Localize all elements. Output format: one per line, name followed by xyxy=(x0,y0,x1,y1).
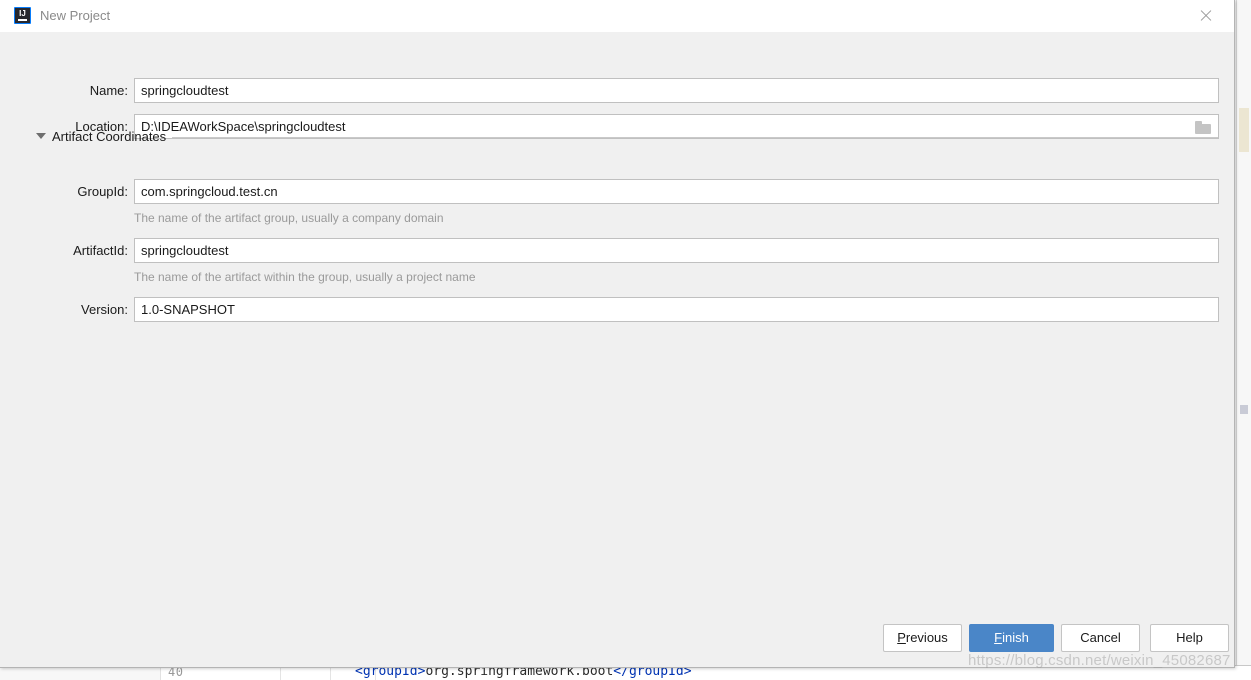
editor-fold-column-1 xyxy=(280,666,281,680)
ide-scrollbar[interactable] xyxy=(1236,0,1251,680)
groupid-input[interactable] xyxy=(134,179,1219,204)
artifactid-hint: The name of the artifact within the grou… xyxy=(134,270,476,284)
groupid-hint: The name of the artifact group, usually … xyxy=(134,211,444,225)
intellij-idea-icon: IJ xyxy=(14,7,31,24)
previous-button-mnemonic: P xyxy=(897,630,906,645)
triangle-down-icon[interactable] xyxy=(36,133,46,139)
artifact-coordinates-title: Artifact Coordinates xyxy=(52,129,167,144)
dialog-footer: Previous Finish Cancel Help xyxy=(0,620,1234,668)
new-project-dialog: IJ New Project Name: Location: Artifact … xyxy=(0,0,1235,668)
finish-button-mnemonic: F xyxy=(994,630,1003,645)
version-input[interactable] xyxy=(134,297,1219,322)
help-button[interactable]: Help xyxy=(1150,624,1229,652)
close-icon[interactable] xyxy=(1186,0,1226,31)
intellij-idea-icon-letters: IJ xyxy=(19,9,26,18)
dialog-title: New Project xyxy=(40,8,111,23)
finish-button-label: inish xyxy=(1002,630,1029,645)
editor-gutter xyxy=(0,666,161,680)
version-label: Version: xyxy=(81,302,128,317)
cancel-button[interactable]: Cancel xyxy=(1061,624,1140,652)
editor-fold-column-2 xyxy=(330,666,331,680)
groupid-label: GroupId: xyxy=(77,184,128,199)
scrollbar-marker-warning[interactable] xyxy=(1239,108,1249,152)
previous-button-label: revious xyxy=(905,630,948,645)
dialog-titlebar: IJ New Project xyxy=(0,0,1234,32)
artifact-coordinates-separator xyxy=(172,137,1218,138)
previous-button[interactable]: Previous xyxy=(883,624,962,652)
finish-button[interactable]: Finish xyxy=(969,624,1054,652)
name-label: Name: xyxy=(89,83,128,98)
artifact-coordinates-header[interactable]: Artifact Coordinates xyxy=(0,128,1234,146)
name-input[interactable] xyxy=(134,78,1219,103)
scrollbar-marker-info[interactable] xyxy=(1240,405,1248,414)
artifactid-label: ArtifactId: xyxy=(73,243,128,258)
artifactid-input[interactable] xyxy=(134,238,1219,263)
intellij-idea-icon-bar xyxy=(18,19,27,21)
dialog-body: Name: Location: Artifact Coordinates Gro… xyxy=(0,32,1234,620)
